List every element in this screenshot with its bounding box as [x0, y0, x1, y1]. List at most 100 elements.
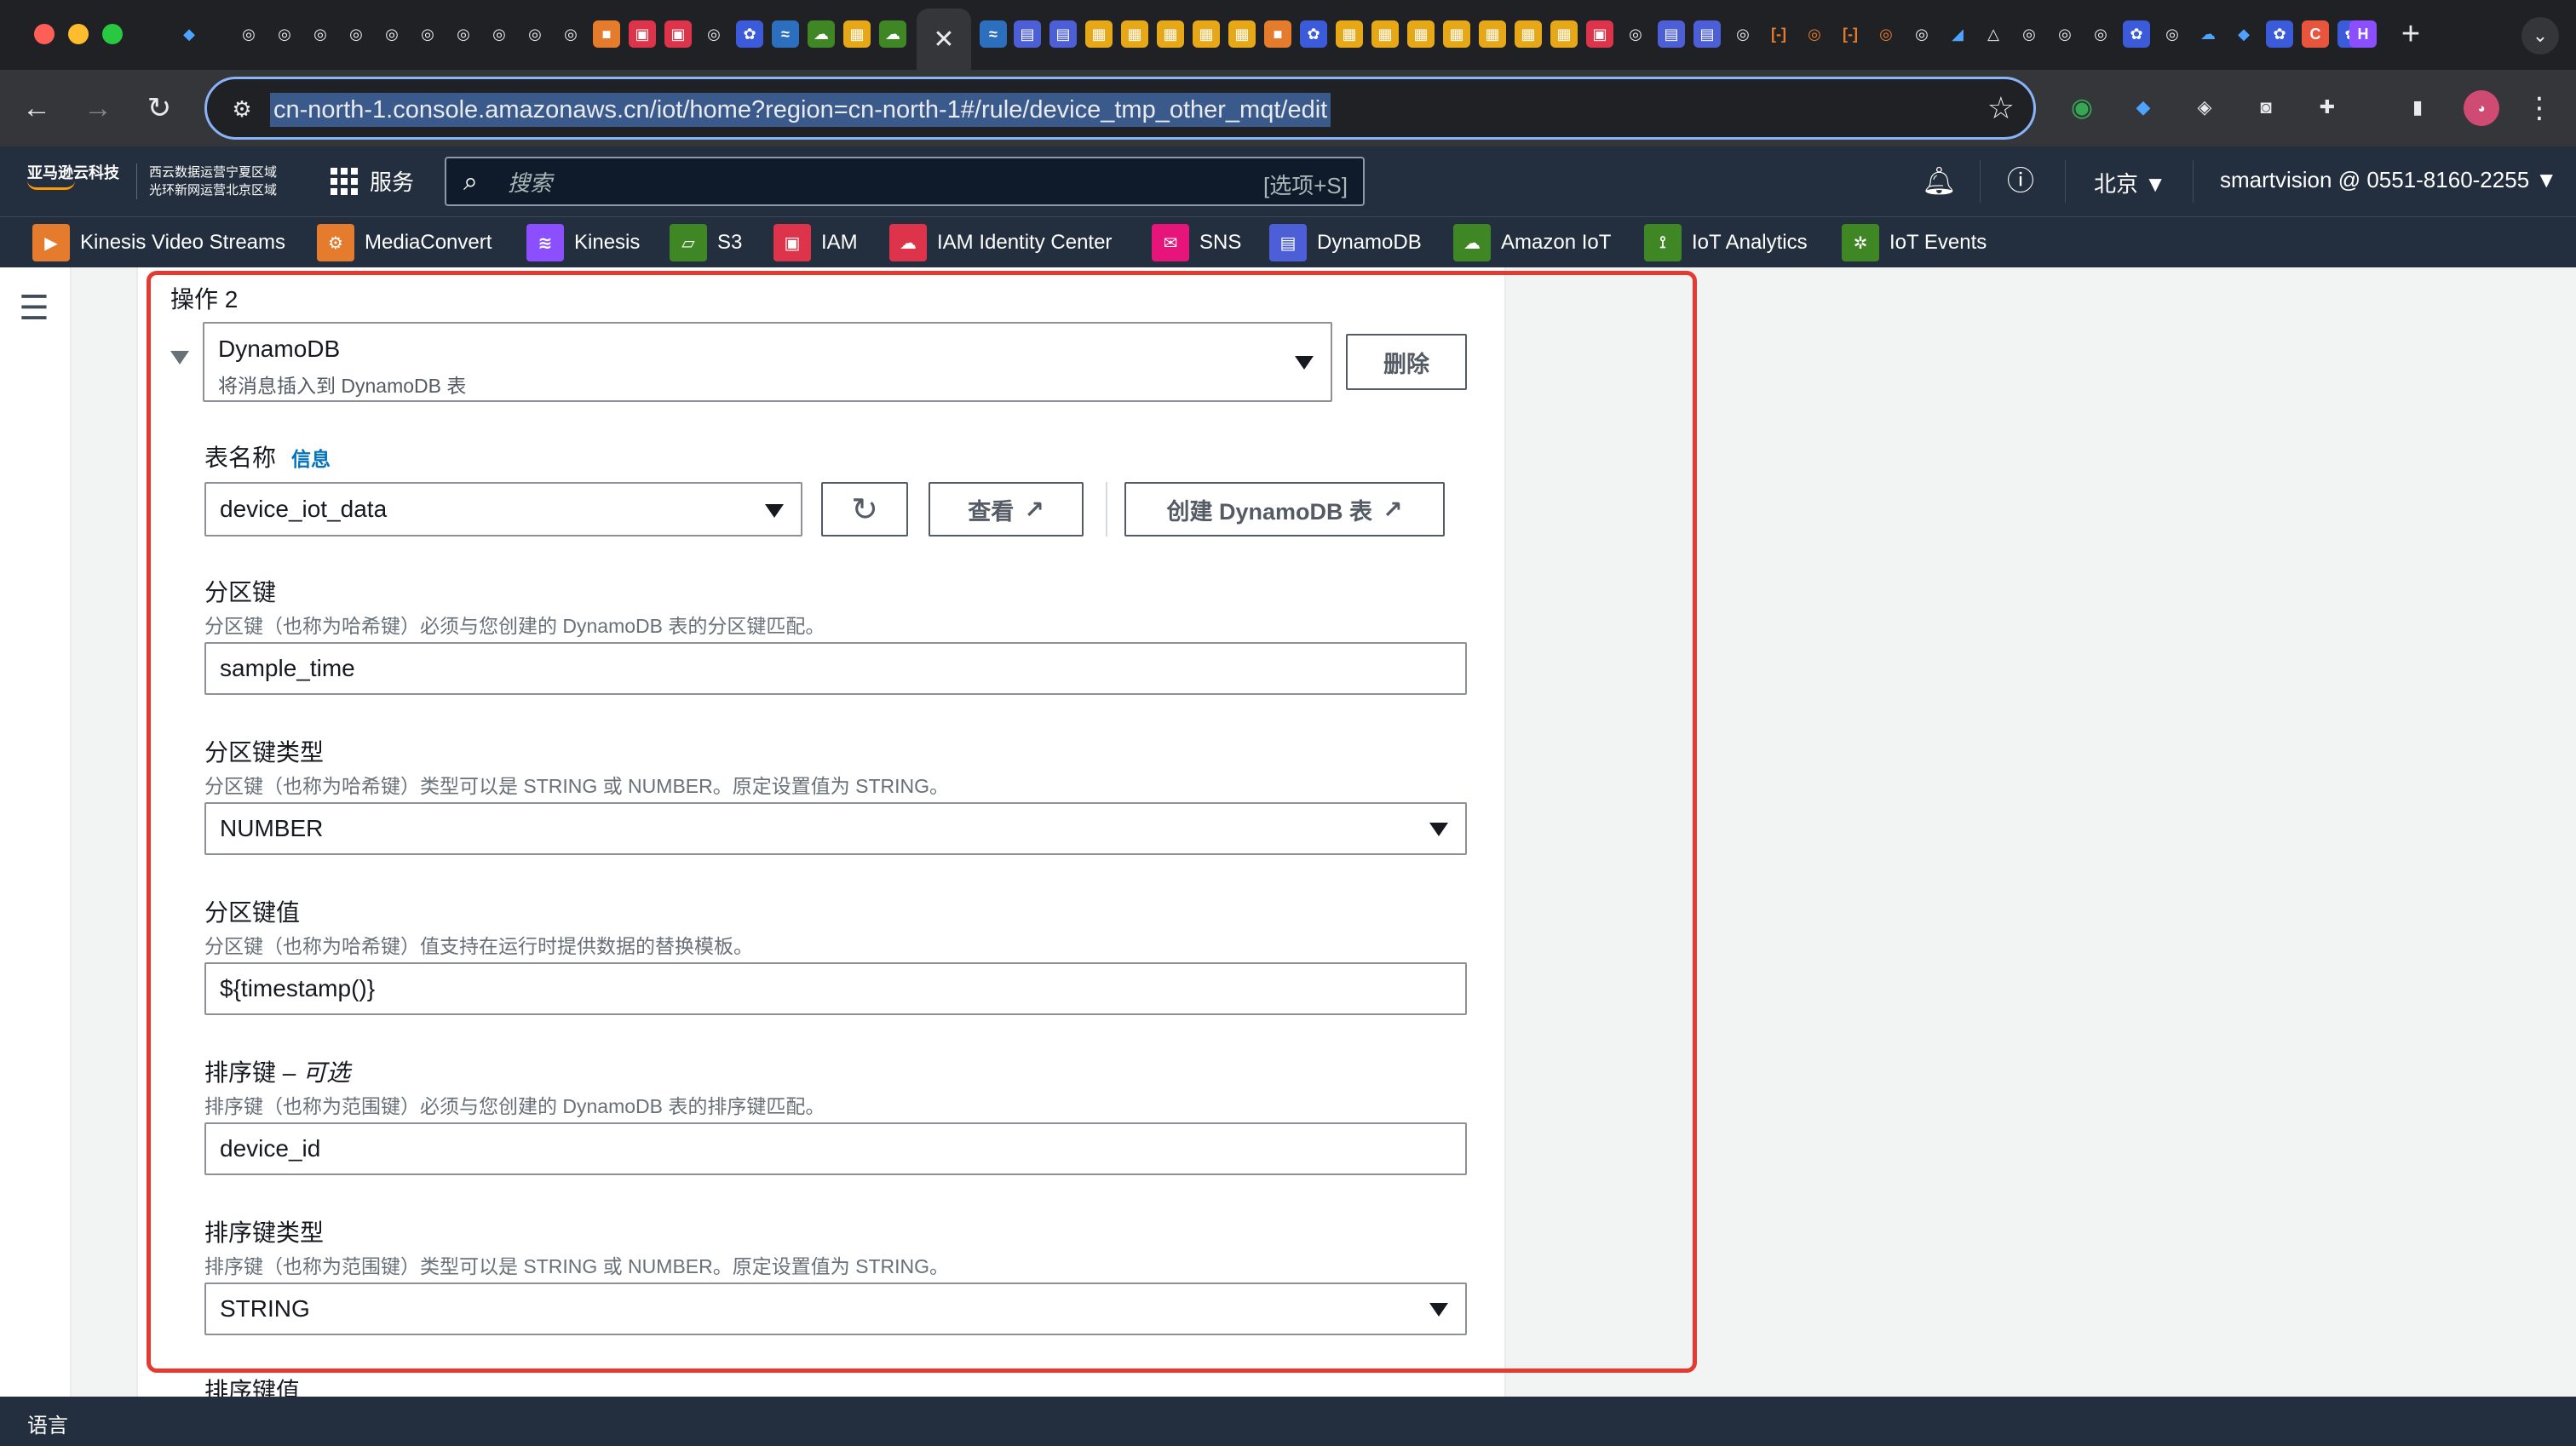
- tab-icon-bracket[interactable]: [-]: [1765, 20, 1792, 48]
- language-selector[interactable]: 语言: [27, 1409, 68, 1438]
- address-bar[interactable]: ⚙ cn-north-1.console.amazonaws.cn/iot/ho…: [204, 77, 2036, 140]
- tab-icon-aws-box[interactable]: ■: [1264, 20, 1291, 48]
- tab-icon-triangle[interactable]: △: [1980, 20, 2007, 48]
- tab-icon-iam[interactable]: ▣: [629, 20, 656, 48]
- favorite-mediaconvert[interactable]: ⚙ MediaConvert: [317, 224, 492, 261]
- window-minimize-button[interactable]: [68, 24, 89, 44]
- create-dynamodb-table-button[interactable]: 创建 DynamoDB 表 ↗: [1124, 482, 1445, 537]
- favorite-amazon-iot[interactable]: ☁ Amazon IoT: [1453, 224, 1611, 261]
- bookmark-star-icon[interactable]: ☆: [1987, 91, 2015, 125]
- url-text[interactable]: cn-north-1.console.amazonaws.cn/iot/home…: [270, 93, 1331, 127]
- tab-icon-baidu[interactable]: ✿: [1300, 20, 1327, 48]
- tab-icon-github[interactable]: ◎: [342, 20, 370, 48]
- tab-icon-dynamodb[interactable]: ▤: [1658, 20, 1685, 48]
- tab-icon-box[interactable]: ▦: [1085, 20, 1113, 48]
- tab-icon-chrome[interactable]: ◎: [1908, 20, 1935, 48]
- account-menu[interactable]: smartvision @ 0551-8160-2255 ▼: [2220, 167, 2557, 193]
- tab-icon-baidu[interactable]: ✿: [2266, 20, 2293, 48]
- active-tab[interactable]: ✕: [917, 9, 971, 70]
- tab-icon-chart[interactable]: ≈: [772, 20, 799, 48]
- help-icon[interactable]: ⓘ: [2007, 164, 2034, 198]
- tab-icon-iot[interactable]: ☁: [879, 20, 906, 48]
- favorite-dynamodb[interactable]: ▤ DynamoDB: [1269, 224, 1422, 261]
- tab-icon-box[interactable]: ▦: [1371, 20, 1399, 48]
- extension-cube-icon[interactable]: ◈: [2188, 90, 2222, 124]
- tab-icon-github[interactable]: ◎: [307, 20, 334, 48]
- tab-icon-box[interactable]: ▦: [1228, 20, 1256, 48]
- tab-icon-github[interactable]: ◎: [557, 20, 584, 48]
- partition-key-value-input[interactable]: ${timestamp()}: [204, 962, 1467, 1015]
- window-close-button[interactable]: [34, 24, 55, 44]
- delete-action-button[interactable]: 删除: [1346, 334, 1467, 390]
- sort-key-input[interactable]: device_id: [204, 1122, 1467, 1175]
- region-selector[interactable]: 北京 ▼: [2094, 167, 2166, 198]
- tab-icon-box[interactable]: ▦: [1479, 20, 1506, 48]
- favorite-kinesis[interactable]: ≋ Kinesis: [526, 224, 640, 261]
- notifications-bell-icon[interactable]: 🔔︎: [1922, 164, 1957, 198]
- tab-icon-chrome[interactable]: ◎: [1801, 20, 1828, 48]
- tab-icon-chrome[interactable]: ◎: [414, 20, 441, 48]
- tab-icon-iot[interactable]: ☁: [808, 20, 835, 48]
- tab-icon-chrome[interactable]: ◎: [1729, 20, 1757, 48]
- collapse-toggle-icon[interactable]: [170, 351, 189, 364]
- tab-icon-c[interactable]: C: [2302, 20, 2329, 48]
- tab-icon-dynamodb[interactable]: ▤: [1049, 20, 1077, 48]
- tab-icon-box[interactable]: ▦: [1336, 20, 1363, 48]
- favorite-iot-events[interactable]: ✲ IoT Events: [1842, 224, 1987, 261]
- tab-icon-box[interactable]: ▦: [1550, 20, 1578, 48]
- tab-icon-chrome[interactable]: ◎: [2159, 20, 2186, 48]
- favorite-iam-identity-center[interactable]: ☁ IAM Identity Center: [889, 224, 1112, 261]
- tab-icon-drop[interactable]: ◆: [2230, 20, 2257, 48]
- console-search[interactable]: ⌕ [选项+S]: [445, 157, 1365, 206]
- tab-icon-chrome[interactable]: ◎: [2087, 20, 2114, 48]
- tab-icon-box[interactable]: ▦: [1407, 20, 1435, 48]
- browser-menu-icon[interactable]: ⋮: [2525, 89, 2554, 128]
- tab-icon-iam[interactable]: ▣: [664, 20, 692, 48]
- sort-key-type-select[interactable]: STRING: [204, 1282, 1467, 1335]
- tab-search-button[interactable]: ⌄: [2521, 17, 2559, 55]
- table-name-select[interactable]: device_iot_data: [204, 482, 802, 537]
- tab-icon-box[interactable]: ▦: [1443, 20, 1470, 48]
- tab-close-icon[interactable]: ✕: [933, 25, 954, 55]
- tab-icon-chart[interactable]: ≈: [980, 20, 1007, 48]
- tab-icon-dynamodb[interactable]: ▤: [1014, 20, 1041, 48]
- tab-icon-gem[interactable]: ◆: [175, 20, 203, 48]
- tab-icon-github[interactable]: ◎: [235, 20, 262, 48]
- tab-icon-chrome[interactable]: ◎: [2051, 20, 2079, 48]
- partition-key-type-select[interactable]: NUMBER: [204, 802, 1467, 855]
- action-type-select[interactable]: DynamoDB 将消息插入到 DynamoDB 表: [203, 322, 1332, 402]
- search-input[interactable]: [506, 165, 1191, 201]
- tab-icon-github[interactable]: ◎: [378, 20, 405, 48]
- favorite-iot-analytics[interactable]: ⟟ IoT Analytics: [1644, 224, 1808, 261]
- forward-arrow-icon[interactable]: →: [78, 89, 118, 128]
- menu-hamburger-icon[interactable]: ☰: [19, 291, 49, 325]
- refresh-button[interactable]: ↻: [821, 482, 908, 537]
- aws-logo[interactable]: 亚马逊云科技: [27, 164, 119, 190]
- reload-icon[interactable]: ↻: [140, 89, 179, 128]
- partition-key-input[interactable]: sample_time: [204, 642, 1467, 695]
- tab-icon-chrome[interactable]: ◎: [1872, 20, 1900, 48]
- extensions-puzzle-icon[interactable]: ✚: [2310, 90, 2344, 124]
- tab-icon-chrome[interactable]: ◎: [450, 20, 477, 48]
- tab-icon-box[interactable]: ▦: [1193, 20, 1220, 48]
- tab-icon-chrome[interactable]: ◎: [521, 20, 549, 48]
- extension-gem-icon[interactable]: ◆: [2126, 90, 2160, 124]
- favorite-sns[interactable]: ✉ SNS: [1152, 224, 1241, 261]
- tab-icon-github[interactable]: ◎: [271, 20, 298, 48]
- tab-icon-baidu[interactable]: ✿: [736, 20, 763, 48]
- tab-icon-box[interactable]: ▦: [1157, 20, 1184, 48]
- tab-icon-box[interactable]: ▦: [843, 20, 871, 48]
- back-arrow-icon[interactable]: ←: [17, 89, 56, 128]
- favorite-kinesis-video-streams[interactable]: ▶ Kinesis Video Streams: [32, 224, 285, 261]
- view-table-button[interactable]: 查看 ↗: [929, 482, 1084, 537]
- tab-icon-chrome[interactable]: ◎: [486, 20, 513, 48]
- site-settings-icon[interactable]: ⚙: [227, 95, 256, 123]
- tab-icon-cloud[interactable]: ☁: [2194, 20, 2222, 48]
- favorite-iam[interactable]: ▣ IAM: [773, 224, 858, 261]
- tab-icon-box[interactable]: ▦: [1121, 20, 1148, 48]
- services-menu-button[interactable]: 服务: [331, 165, 414, 197]
- favorite-s3[interactable]: ▱ S3: [670, 224, 742, 261]
- side-panel-icon[interactable]: ▮: [2401, 90, 2435, 124]
- tab-icon-fin[interactable]: ◢: [1944, 20, 1971, 48]
- tab-icon-h[interactable]: H: [2349, 20, 2377, 48]
